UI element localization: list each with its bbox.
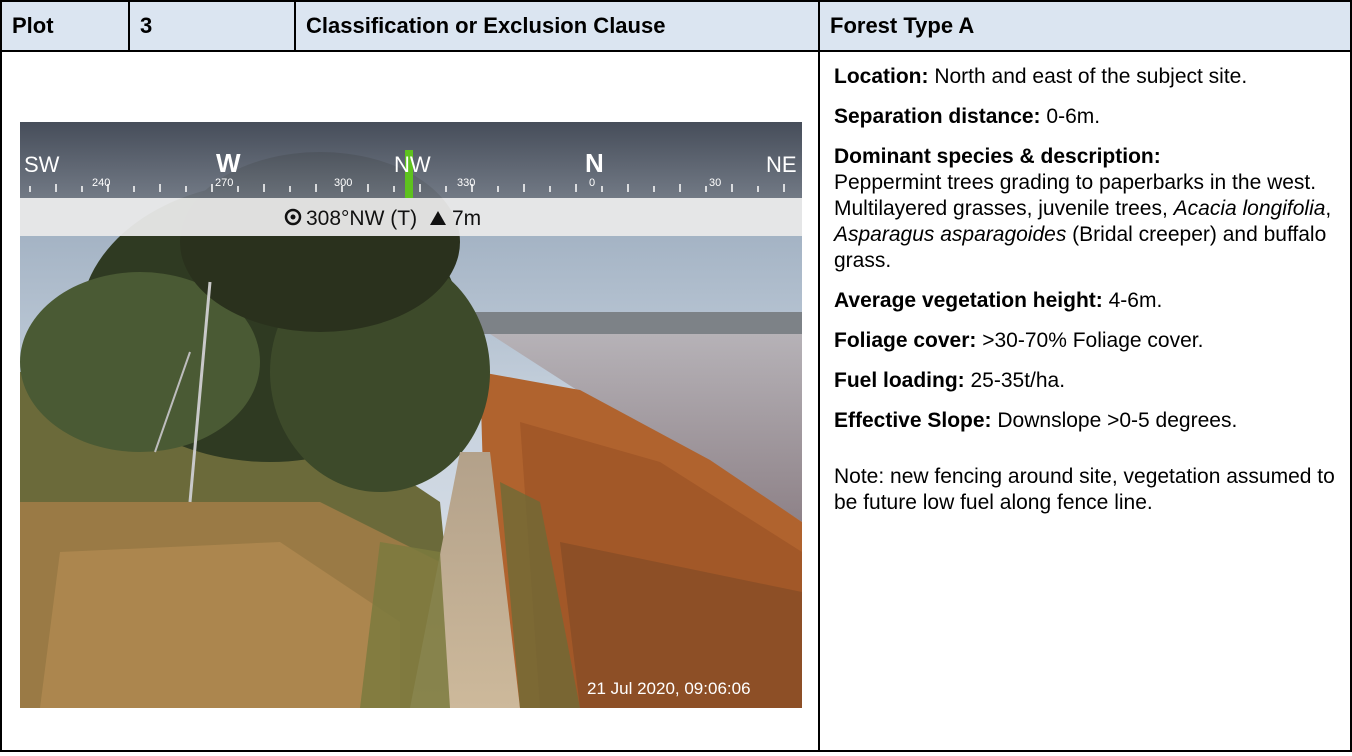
species-entry: Dominant species & description: Peppermin… — [834, 144, 1338, 274]
clause-label: Classification or Exclusion Clause — [294, 0, 820, 52]
foliage-entry: Foliage cover: >30-70% Foliage cover. — [834, 328, 1338, 354]
photo-timestamp: 21 Jul 2020, 09:06:06 — [587, 679, 751, 698]
table-header-row: Plot 3 Classification or Exclusion Claus… — [0, 0, 1352, 52]
dir-sw: SW — [24, 152, 60, 177]
foliage-value: >30-70% Foliage cover. — [976, 329, 1204, 352]
slope-label: Effective Slope: — [834, 409, 992, 432]
elevation-readout: 7m — [452, 207, 481, 230]
photo-cell: SW W NW N NE 240 270 300 330 0 30 308°NW… — [0, 50, 820, 752]
tick-330: 330 — [457, 177, 475, 189]
separation-value: 0-6m. — [1040, 105, 1101, 128]
plot-table: Plot 3 Classification or Exclusion Claus… — [0, 0, 1352, 752]
site-photo: SW W NW N NE 240 270 300 330 0 30 308°NW… — [20, 122, 802, 708]
location-value: North and east of the subject site. — [928, 65, 1248, 88]
tick-300: 300 — [334, 177, 352, 189]
tick-0: 0 — [589, 177, 595, 189]
location-label: Location: — [834, 65, 929, 88]
species-label: Dominant species & description: — [834, 145, 1161, 168]
slope-value: Downslope >0-5 degrees. — [991, 409, 1238, 432]
dir-n: N — [585, 148, 604, 178]
tick-30: 30 — [709, 177, 721, 189]
dir-ne: NE — [766, 152, 797, 177]
height-entry: Average vegetation height: 4-6m. — [834, 288, 1338, 314]
plot-label: Plot — [0, 0, 130, 52]
slope-entry: Effective Slope: Downslope >0-5 degrees. — [834, 408, 1338, 434]
species-italic-2: Asparagus asparagoides — [834, 223, 1067, 246]
plot-number: 3 — [128, 0, 296, 52]
description-cell: Location: North and east of the subject … — [818, 50, 1352, 752]
fuel-value: 25-35t/ha. — [964, 369, 1066, 392]
height-label: Average vegetation height: — [834, 289, 1103, 312]
document-page: Plot 3 Classification or Exclusion Claus… — [0, 0, 1352, 756]
fuel-entry: Fuel loading: 25-35t/ha. — [834, 368, 1338, 394]
location-entry: Location: North and east of the subject … — [834, 64, 1338, 90]
species-italic-1: Acacia longifolia — [1173, 197, 1326, 220]
fuel-label: Fuel loading: — [834, 369, 965, 392]
foliage-label: Foliage cover: — [834, 329, 977, 352]
species-text-2: , — [1325, 197, 1332, 220]
heading-readout: 308°NW (T) — [306, 207, 417, 230]
separation-entry: Separation distance: 0-6m. — [834, 104, 1338, 130]
table-body-row: SW W NW N NE 240 270 300 330 0 30 308°NW… — [0, 50, 1352, 752]
dir-w: W — [216, 148, 241, 178]
tick-270: 270 — [215, 177, 233, 189]
forest-type: Forest Type A — [818, 0, 1352, 52]
dir-nw: NW — [394, 152, 431, 177]
note-text: Note: new fencing around site, vegetatio… — [834, 465, 1335, 514]
separation-label: Separation distance: — [834, 105, 1041, 128]
height-value: 4-6m. — [1102, 289, 1163, 312]
tick-240: 240 — [92, 177, 110, 189]
